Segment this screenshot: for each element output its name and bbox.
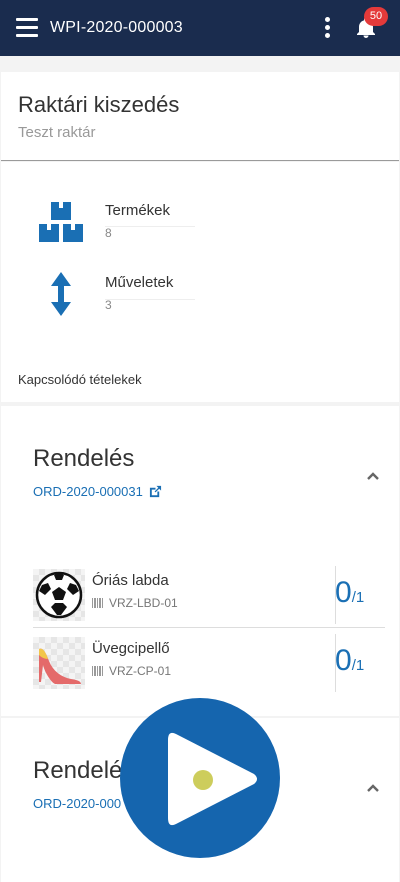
required-count: /1 [351,657,365,674]
more-vert-icon[interactable] [324,17,332,39]
soccer-ball-icon [35,571,83,619]
page-title: WPI-2020-000003 [50,19,183,36]
stat-label-operations: Műveletek [105,274,174,291]
touch-indicator [193,770,213,790]
product-sku: VRZ-LBD-01 [92,596,178,610]
arrows-vertical-icon [51,272,71,316]
chevron-up-icon[interactable] [365,782,381,794]
list-item[interactable]: Üvegcipellő VRZ-CP-01 0/1 [33,634,385,692]
order-link[interactable]: ORD-2020-000 [33,796,121,811]
list-item[interactable]: Óriás labda VRZ-LBD-01 0/1 [33,566,385,624]
required-count: /1 [351,589,365,606]
chevron-up-icon[interactable] [365,470,381,482]
sku-text: VRZ-CP-01 [109,664,172,678]
section-title: Raktári kiszedés [18,92,180,117]
picked-quantity: 0/1 [335,576,364,610]
picked-quantity: 0/1 [335,644,364,678]
order-link[interactable]: ORD-2020-000031 [33,484,162,499]
top-app-bar: WPI-2020-000003 50 [0,0,400,56]
stats-card: Termékek 8 Műveletek 3 Kapcsolódó tétele… [1,162,399,402]
divider [105,226,195,227]
stat-value-operations: 3 [105,298,112,312]
order-title: Rendelés [33,445,135,472]
product-sku: VRZ-CP-01 [92,664,171,678]
hamburger-menu-icon[interactable] [16,18,38,38]
picked-count: 0 [335,576,352,609]
stat-label-products: Termékek [105,202,171,219]
product-name: Üvegcipellő [92,640,170,657]
divider [105,299,195,300]
stat-value-products: 8 [105,226,112,240]
boxes-icon [39,202,83,242]
warehouse-subtitle: Teszt raktár [18,124,96,141]
header-card: Raktári kiszedés Teszt raktár [1,72,399,161]
barcode-icon [92,598,104,608]
high-heel-icon [39,648,81,684]
order-card: Rendelés ORD-2020-000031 Óriás labda VRZ… [1,406,399,716]
picked-count: 0 [335,644,352,677]
external-link-icon[interactable] [149,485,162,498]
product-name: Óriás labda [92,572,169,589]
product-image-ball [33,569,85,621]
divider [33,627,385,628]
order-number[interactable]: ORD-2020-000031 [33,484,143,499]
related-items-title: Kapcsolódó tételekek [18,372,142,387]
product-image-shoe [33,637,85,689]
barcode-icon [92,666,104,676]
sku-text: VRZ-LBD-01 [109,596,178,610]
notification-badge: 50 [364,7,388,26]
order-number[interactable]: ORD-2020-000 [33,796,121,811]
